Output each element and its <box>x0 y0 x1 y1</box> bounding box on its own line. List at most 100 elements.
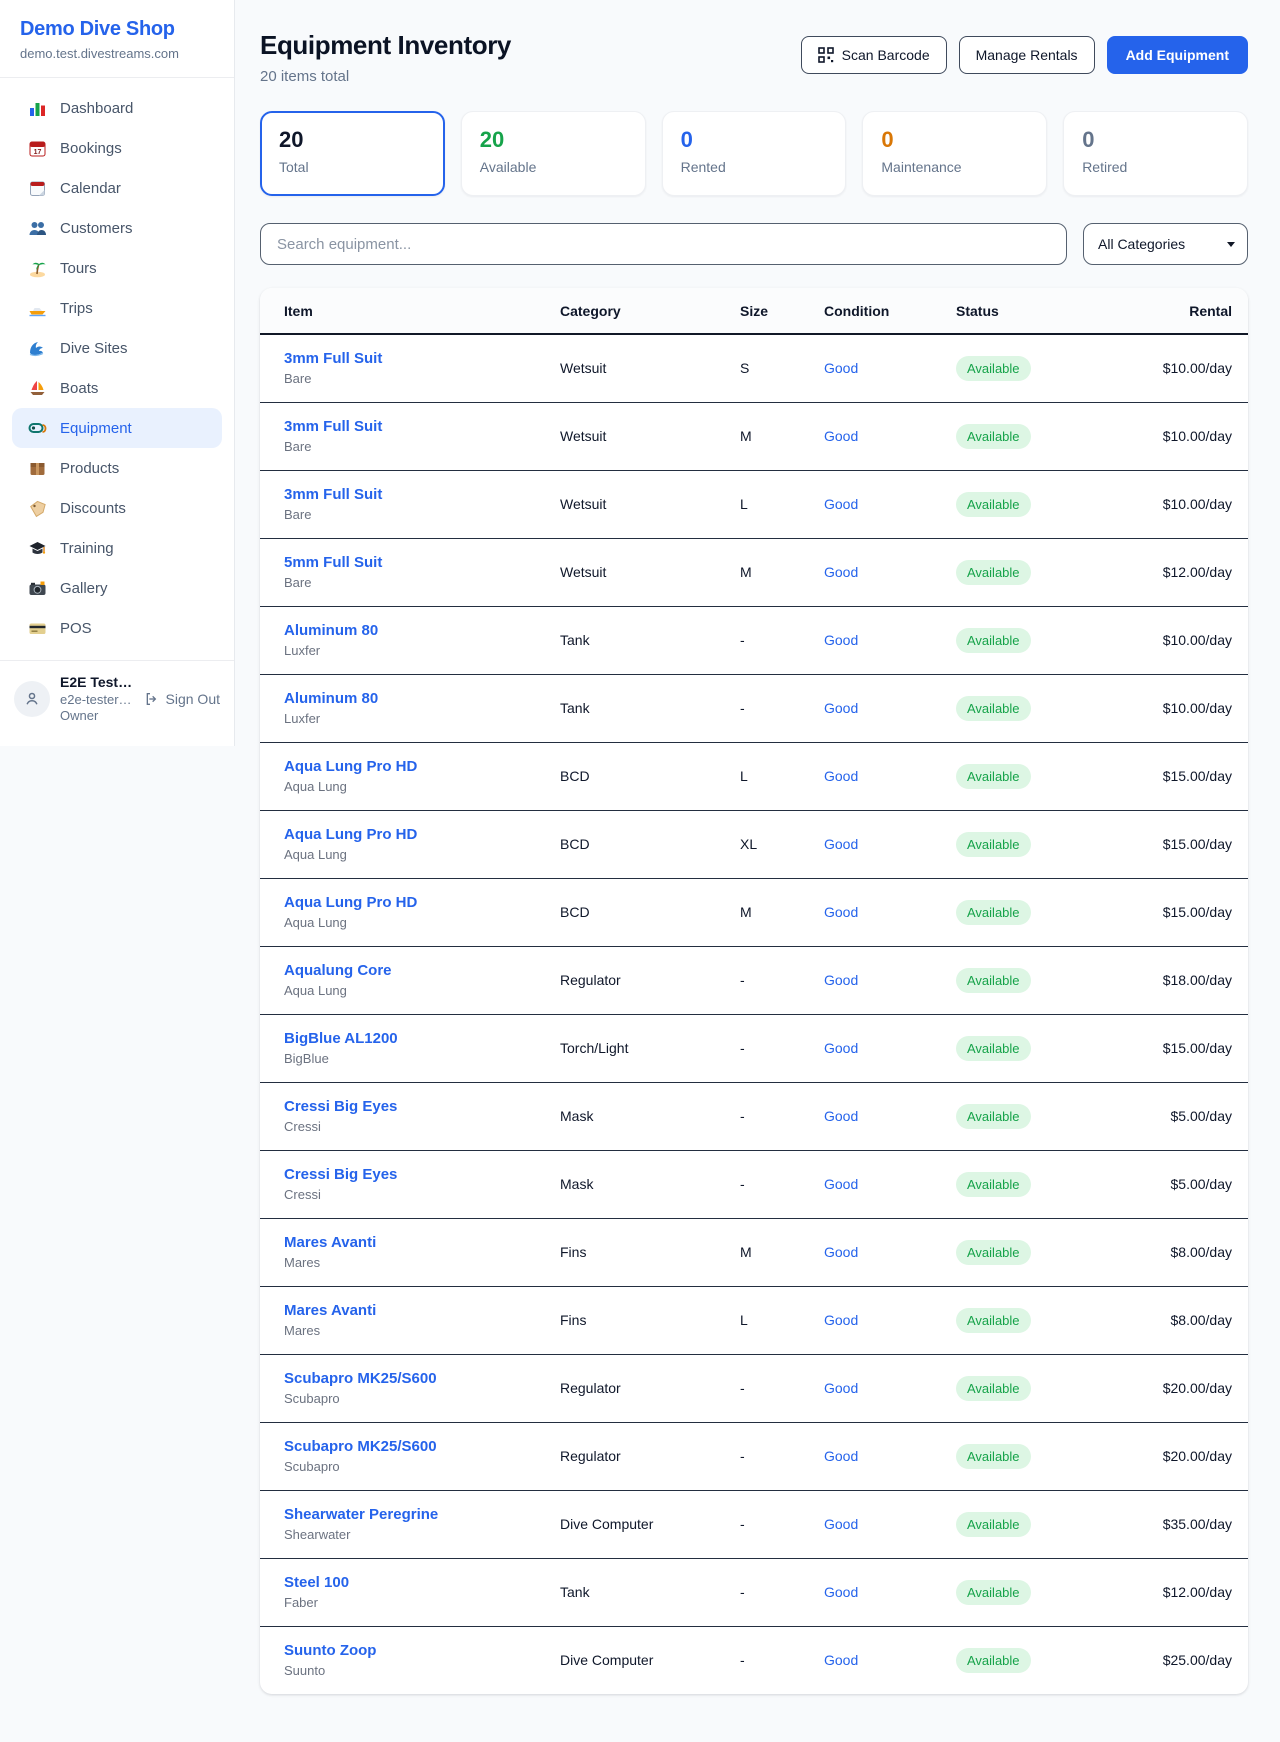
item-condition-link[interactable]: Good <box>824 496 858 512</box>
table-row: Shearwater Peregrine Shearwater Dive Com… <box>260 1490 1248 1558</box>
col-header-size: Size <box>740 288 824 334</box>
item-name-link[interactable]: Mares Avanti <box>284 1302 560 1319</box>
item-size: - <box>740 1082 824 1150</box>
item-name-link[interactable]: Aluminum 80 <box>284 690 560 707</box>
sidebar-item-trips[interactable]: Trips <box>12 288 222 328</box>
item-condition-link[interactable]: Good <box>824 836 858 852</box>
filters-row: All Categories <box>260 223 1248 265</box>
sidebar-item-bookings[interactable]: 17 Bookings <box>12 128 222 168</box>
item-name-link[interactable]: Shearwater Peregrine <box>284 1506 560 1523</box>
item-condition-link[interactable]: Good <box>824 972 858 988</box>
item-brand: BigBlue <box>284 1051 560 1066</box>
item-brand: Suunto <box>284 1663 560 1678</box>
chevron-down-icon <box>1227 242 1235 247</box>
item-name-link[interactable]: 3mm Full Suit <box>284 486 560 503</box>
item-category: Regulator <box>560 946 740 1014</box>
sidebar-item-customers[interactable]: Customers <box>12 208 222 248</box>
stat-card-available[interactable]: 20 Available <box>461 111 646 196</box>
col-header-condition: Condition <box>824 288 956 334</box>
item-rental: $10.00/day <box>1100 402 1248 470</box>
item-condition-link[interactable]: Good <box>824 360 858 376</box>
sidebar-item-gallery[interactable]: Gallery <box>12 568 222 608</box>
item-name-link[interactable]: BigBlue AL1200 <box>284 1030 560 1047</box>
item-brand: Faber <box>284 1595 560 1610</box>
item-name-link[interactable]: Cressi Big Eyes <box>284 1098 560 1115</box>
page-title: Equipment Inventory <box>260 30 511 61</box>
user-role: Owner <box>60 708 134 724</box>
item-name-link[interactable]: 5mm Full Suit <box>284 554 560 571</box>
item-name-link[interactable]: Cressi Big Eyes <box>284 1166 560 1183</box>
item-condition-link[interactable]: Good <box>824 1448 858 1464</box>
item-size: L <box>740 742 824 810</box>
sidebar-item-calendar[interactable]: Calendar <box>12 168 222 208</box>
item-name-link[interactable]: Aqua Lung Pro HD <box>284 826 560 843</box>
sidebar-item-training[interactable]: Training <box>12 528 222 568</box>
item-condition-link[interactable]: Good <box>824 428 858 444</box>
item-name-link[interactable]: Aqua Lung Pro HD <box>284 894 560 911</box>
item-name-link[interactable]: Aluminum 80 <box>284 622 560 639</box>
item-condition-link[interactable]: Good <box>824 564 858 580</box>
sidebar-item-products[interactable]: Products <box>12 448 222 488</box>
item-condition-link[interactable]: Good <box>824 1244 858 1260</box>
item-condition-link[interactable]: Good <box>824 1652 858 1668</box>
item-category: Torch/Light <box>560 1014 740 1082</box>
item-name-link[interactable]: Mares Avanti <box>284 1234 560 1251</box>
sidebar-item-dashboard[interactable]: Dashboard <box>12 88 222 128</box>
sidebar-item-tours[interactable]: Tours <box>12 248 222 288</box>
search-input[interactable] <box>260 223 1067 265</box>
item-name-link[interactable]: Aqualung Core <box>284 962 560 979</box>
stat-label: Retired <box>1082 159 1229 175</box>
item-name-link[interactable]: Steel 100 <box>284 1574 560 1591</box>
table-header-row: Item Category Size Condition Status Rent… <box>260 288 1248 334</box>
item-condition-link[interactable]: Good <box>824 904 858 920</box>
sidebar-item-equipment[interactable]: Equipment <box>12 408 222 448</box>
item-brand: Aqua Lung <box>284 915 560 930</box>
item-name-link[interactable]: Suunto Zoop <box>284 1642 560 1659</box>
user-box: E2E Test U... e2e-tester@... Owner Sign … <box>0 660 234 736</box>
item-name-link[interactable]: 3mm Full Suit <box>284 350 560 367</box>
item-rental: $20.00/day <box>1100 1354 1248 1422</box>
item-condition-link[interactable]: Good <box>824 700 858 716</box>
stats-row: 20 Total 20 Available 0 Rented 0 Mainten… <box>260 111 1248 196</box>
sidebar-item-dive-sites[interactable]: Dive Sites <box>12 328 222 368</box>
item-condition-link[interactable]: Good <box>824 1108 858 1124</box>
sidebar-item-label: Dive Sites <box>60 340 128 357</box>
status-badge: Available <box>956 424 1031 449</box>
table-row: Scubapro MK25/S600 Scubapro Regulator - … <box>260 1422 1248 1490</box>
stat-card-retired[interactable]: 0 Retired <box>1063 111 1248 196</box>
sidebar-item-label: Gallery <box>60 580 108 597</box>
item-condition-link[interactable]: Good <box>824 1584 858 1600</box>
table-row: 3mm Full Suit Bare Wetsuit L Good Availa… <box>260 470 1248 538</box>
item-name-link[interactable]: Scubapro MK25/S600 <box>284 1438 560 1455</box>
item-condition-link[interactable]: Good <box>824 1040 858 1056</box>
manage-rentals-button[interactable]: Manage Rentals <box>959 36 1095 74</box>
item-condition-link[interactable]: Good <box>824 632 858 648</box>
item-rental: $8.00/day <box>1100 1218 1248 1286</box>
item-name-link[interactable]: 3mm Full Suit <box>284 418 560 435</box>
item-category: Dive Computer <box>560 1490 740 1558</box>
item-size: L <box>740 470 824 538</box>
status-badge: Available <box>956 1580 1031 1605</box>
item-name-link[interactable]: Aqua Lung Pro HD <box>284 758 560 775</box>
item-size: - <box>740 1354 824 1422</box>
add-equipment-button[interactable]: Add Equipment <box>1107 36 1248 74</box>
sidebar-item-pos[interactable]: POS <box>12 608 222 648</box>
item-brand: Bare <box>284 439 560 454</box>
scan-barcode-button[interactable]: Scan Barcode <box>801 36 947 74</box>
item-condition-link[interactable]: Good <box>824 1516 858 1532</box>
item-condition-link[interactable]: Good <box>824 1176 858 1192</box>
stat-card-total[interactable]: 20 Total <box>260 111 445 196</box>
item-size: S <box>740 334 824 402</box>
sidebar-item-discounts[interactable]: Discounts <box>12 488 222 528</box>
item-name-link[interactable]: Scubapro MK25/S600 <box>284 1370 560 1387</box>
item-category: BCD <box>560 878 740 946</box>
stat-card-maintenance[interactable]: 0 Maintenance <box>862 111 1047 196</box>
item-condition-link[interactable]: Good <box>824 1380 858 1396</box>
item-condition-link[interactable]: Good <box>824 768 858 784</box>
sidebar-item-boats[interactable]: Boats <box>12 368 222 408</box>
stat-card-rented[interactable]: 0 Rented <box>662 111 847 196</box>
category-select[interactable]: All Categories <box>1083 223 1248 265</box>
item-condition-link[interactable]: Good <box>824 1312 858 1328</box>
wave-icon <box>28 339 47 358</box>
sign-out-button[interactable]: Sign Out <box>144 691 220 707</box>
